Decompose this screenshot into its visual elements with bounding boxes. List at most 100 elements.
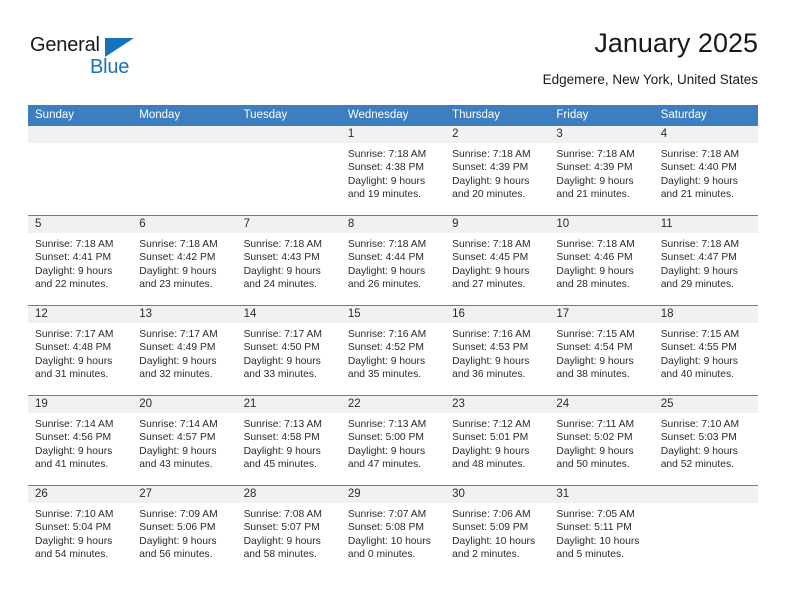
day-cell[interactable]: 26 Sunrise: 7:10 AM Sunset: 5:04 PM Dayligh… (28, 486, 133, 575)
day-cell[interactable]: 2 Sunrise: 7:18 AM Sunset: 4:39 PM Daylight… (445, 126, 550, 215)
sunset-text: Sunset: 5:02 PM (556, 432, 633, 444)
sunrise-text: Sunrise: 7:17 AM (139, 329, 218, 340)
day-cell[interactable]: 6 Sunrise: 7:18 AM Sunset: 4:42 PM Daylight… (132, 216, 237, 305)
daylight-text-line1: Daylight: 9 hours (35, 265, 113, 277)
calendar-week-cells: 5 Sunrise: 7:18 AM Sunset: 4:41 PM Daylight… (28, 216, 758, 305)
day-cell[interactable]: 22 Sunrise: 7:13 AM Sunset: 5:00 PM Dayligh… (340, 396, 446, 485)
daylight-text-line2: and 29 minutes. (660, 279, 734, 291)
calendar-week-cells: 26 Sunrise: 7:10 AM Sunset: 5:04 PM Dayligh… (28, 486, 758, 575)
day-number: 18 (653, 306, 758, 323)
day-cell[interactable]: 29 Sunrise: 7:07 AM Sunset: 5:08 PM Dayligh… (340, 486, 446, 575)
day-cell[interactable]: 8 Sunrise: 7:18 AM Sunset: 4:44 PM Daylight… (340, 216, 446, 305)
daylight-text-line1: Daylight: 9 hours (556, 355, 634, 367)
sunrise-text: Sunrise: 7:13 AM (347, 419, 427, 430)
day-cell[interactable]: 19 Sunrise: 7:14 AM Sunset: 4:56 PM Dayligh… (28, 396, 133, 485)
day-cell[interactable]: 30 Sunrise: 7:06 AM Sunset: 5:09 PM Dayligh… (445, 486, 550, 575)
day-cell[interactable]: 25 Sunrise: 7:10 AM Sunset: 5:03 PM Dayligh… (653, 396, 758, 485)
daylight-text-line1: Daylight: 9 hours (139, 445, 217, 457)
day-cell[interactable]: 10 Sunrise: 7:18 AM Sunset: 4:46 PM Dayligh… (549, 216, 654, 305)
day-cell[interactable]: 12 Sunrise: 7:17 AM Sunset: 4:48 PM Dayligh… (28, 306, 133, 395)
day-cell[interactable]: 5 Sunrise: 7:18 AM Sunset: 4:41 PM Daylight… (28, 216, 133, 305)
day-of-week-header-tuesday: Tuesday (243, 109, 288, 121)
day-cell[interactable]: 17 Sunrise: 7:15 AM Sunset: 4:54 PM Dayligh… (549, 306, 654, 395)
day-cell[interactable]: 16 Sunrise: 7:16 AM Sunset: 4:53 PM Dayligh… (445, 306, 550, 395)
day-details: Sunrise: 7:18 AM Sunset: 4:44 PM Daylight:… (341, 233, 445, 292)
day-number: 23 (445, 396, 550, 413)
daylight-text-line1: Daylight: 9 hours (347, 445, 426, 457)
day-of-week-header-saturday: Saturday (660, 109, 707, 121)
calendar-page: General Blue January 2025 Edgemere, New … (0, 0, 792, 612)
day-details: Sunrise: 7:10 AM Sunset: 5:04 PM Daylight:… (28, 503, 132, 562)
daylight-text-line2: and 48 minutes. (452, 459, 526, 471)
daylight-text-line1: Daylight: 9 hours (347, 355, 426, 367)
day-cell[interactable]: 15 Sunrise: 7:16 AM Sunset: 4:52 PM Dayligh… (340, 306, 446, 395)
day-cell[interactable]: 24 Sunrise: 7:11 AM Sunset: 5:02 PM Dayligh… (549, 396, 654, 485)
day-number: 30 (445, 486, 550, 503)
daylight-text-line1: Daylight: 9 hours (243, 535, 321, 547)
day-number: 29 (340, 486, 446, 503)
daylight-text-line2: and 24 minutes. (243, 279, 317, 291)
day-details: Sunrise: 7:18 AM Sunset: 4:43 PM Daylight:… (237, 233, 341, 292)
day-details: Sunrise: 7:18 AM Sunset: 4:42 PM Daylight:… (132, 233, 236, 292)
day-number (653, 486, 758, 503)
day-cell[interactable]: 1 Sunrise: 7:18 AM Sunset: 4:38 PM Daylight… (340, 126, 446, 215)
daylight-text-line1: Daylight: 9 hours (556, 445, 634, 457)
sunset-text: Sunset: 4:55 PM (660, 342, 737, 354)
day-cell[interactable]: 13 Sunrise: 7:17 AM Sunset: 4:49 PM Dayligh… (132, 306, 237, 395)
day-cell-empty (132, 126, 237, 215)
day-details: Sunrise: 7:18 AM Sunset: 4:38 PM Daylight:… (341, 143, 445, 202)
daylight-text-line2: and 50 minutes. (556, 459, 630, 471)
sunrise-text: Sunrise: 7:16 AM (347, 329, 427, 340)
day-cell[interactable]: 7 Sunrise: 7:18 AM Sunset: 4:43 PM Daylight… (236, 216, 341, 305)
day-cell[interactable]: 9 Sunrise: 7:18 AM Sunset: 4:45 PM Daylight… (445, 216, 550, 305)
day-number: 4 (653, 126, 758, 143)
day-of-week-header-friday: Friday (556, 109, 589, 121)
day-number: 31 (549, 486, 654, 503)
daylight-text-line1: Daylight: 9 hours (660, 175, 738, 187)
day-number: 15 (340, 306, 446, 323)
sunrise-text: Sunrise: 7:17 AM (243, 329, 322, 340)
day-details: Sunrise: 7:18 AM Sunset: 4:41 PM Daylight:… (28, 233, 132, 292)
day-number: 28 (236, 486, 341, 503)
day-cell[interactable]: 28 Sunrise: 7:08 AM Sunset: 5:07 PM Dayligh… (236, 486, 341, 575)
daylight-text-line1: Daylight: 9 hours (35, 355, 113, 367)
sunset-text: Sunset: 4:38 PM (347, 162, 424, 174)
day-number: 24 (549, 396, 654, 413)
day-cell[interactable]: 23 Sunrise: 7:12 AM Sunset: 5:01 PM Dayligh… (445, 396, 550, 485)
day-cell[interactable]: 21 Sunrise: 7:13 AM Sunset: 4:58 PM Dayligh… (236, 396, 341, 485)
day-number: 26 (28, 486, 133, 503)
day-details: Sunrise: 7:17 AM Sunset: 4:48 PM Daylight:… (28, 323, 132, 382)
sunset-text: Sunset: 5:08 PM (347, 522, 424, 534)
daylight-text-line1: Daylight: 10 hours (556, 535, 640, 547)
day-details: Sunrise: 7:18 AM Sunset: 4:39 PM Daylight:… (445, 143, 549, 202)
day-cell[interactable]: 31 Sunrise: 7:05 AM Sunset: 5:11 PM Dayligh… (549, 486, 654, 575)
day-cell[interactable]: 27 Sunrise: 7:09 AM Sunset: 5:06 PM Dayligh… (132, 486, 237, 575)
day-cell[interactable]: 11 Sunrise: 7:18 AM Sunset: 4:47 PM Dayligh… (653, 216, 758, 305)
calendar-weeks: 1 Sunrise: 7:18 AM Sunset: 4:38 PM Daylight… (28, 126, 758, 575)
daylight-text-line1: Daylight: 9 hours (35, 535, 113, 547)
sunrise-text: Sunrise: 7:15 AM (660, 329, 740, 340)
sunrise-text: Sunrise: 7:07 AM (347, 509, 427, 520)
daylight-text-line2: and 21 minutes. (660, 189, 734, 201)
day-cell-empty (653, 486, 758, 575)
sunrise-text: Sunrise: 7:10 AM (660, 419, 740, 430)
day-of-week-header-row: Sunday Monday Tuesday Wednesday Thursday Frid… (28, 105, 758, 126)
sunset-text: Sunset: 4:45 PM (452, 252, 529, 264)
sunrise-text: Sunrise: 7:11 AM (556, 419, 635, 430)
daylight-text-line2: and 56 minutes. (139, 549, 213, 561)
sunset-text: Sunset: 5:11 PM (556, 522, 632, 534)
day-number: 14 (236, 306, 341, 323)
day-number: 3 (549, 126, 654, 143)
day-of-week-header-sunday: Sunday (35, 109, 75, 121)
day-of-week-header-thursday: Thursday (452, 109, 501, 121)
day-cell[interactable]: 18 Sunrise: 7:15 AM Sunset: 4:55 PM Dayligh… (653, 306, 758, 395)
day-details: Sunrise: 7:15 AM Sunset: 4:54 PM Daylight:… (549, 323, 653, 382)
daylight-text-line1: Daylight: 10 hours (452, 535, 536, 547)
daylight-text-line2: and 40 minutes. (660, 369, 734, 381)
day-cell[interactable]: 3 Sunrise: 7:18 AM Sunset: 4:39 PM Daylight… (549, 126, 654, 215)
day-cell[interactable]: 14 Sunrise: 7:17 AM Sunset: 4:50 PM Dayligh… (236, 306, 341, 395)
day-cell-empty (236, 126, 341, 215)
day-cell[interactable]: 4 Sunrise: 7:18 AM Sunset: 4:40 PM Daylight… (653, 126, 758, 215)
day-details: Sunrise: 7:13 AM Sunset: 4:58 PM Daylight:… (237, 413, 341, 472)
day-cell[interactable]: 20 Sunrise: 7:14 AM Sunset: 4:57 PM Dayligh… (132, 396, 237, 485)
